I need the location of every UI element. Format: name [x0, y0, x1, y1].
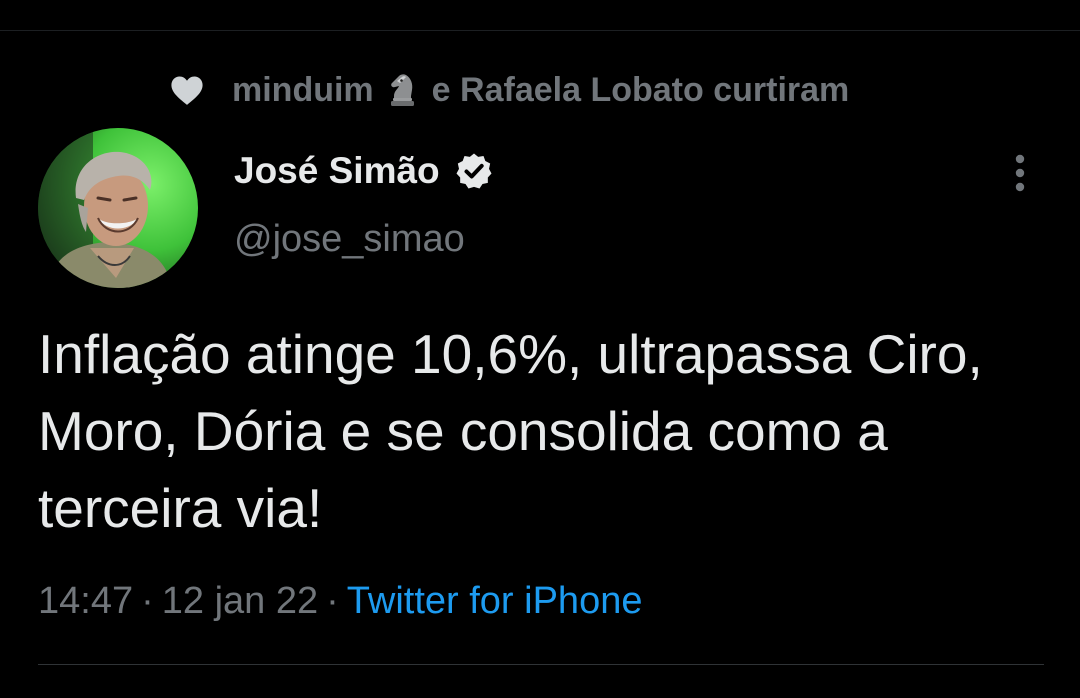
- meta-separator: ·: [141, 580, 154, 622]
- social-verb: curtiram: [713, 70, 850, 109]
- tweet-time[interactable]: 14:47: [38, 580, 133, 622]
- author-name-row[interactable]: José Simão: [234, 150, 494, 192]
- more-vertical-icon: [1015, 154, 1025, 192]
- tweet-date[interactable]: 12 jan 22: [162, 580, 318, 622]
- verified-badge-icon: [454, 151, 494, 191]
- social-context: minduim e Rafaela Lobato curtiram: [170, 68, 849, 112]
- liker-name-1[interactable]: minduim: [232, 71, 374, 110]
- top-divider: [0, 30, 1080, 31]
- tweet-text: Inflação atinge 10,6%, ultrapassa Ciro, …: [38, 323, 983, 539]
- liker-name-2[interactable]: Rafaela Lobato: [460, 71, 704, 110]
- social-connector: e: [431, 70, 451, 109]
- tweet-source-link[interactable]: Twitter for iPhone: [347, 580, 643, 622]
- author-name[interactable]: José Simão: [234, 150, 440, 192]
- chess-knight-icon: [386, 72, 418, 108]
- avatar[interactable]: [38, 128, 198, 288]
- more-options-button[interactable]: [1000, 150, 1040, 196]
- tweet-meta: 14:47 · 12 jan 22 · Twitter for iPhone: [38, 580, 642, 623]
- bottom-divider: [38, 664, 1044, 665]
- heart-icon: [170, 74, 204, 106]
- author-handle[interactable]: @jose_simao: [234, 218, 465, 261]
- meta-separator: ·: [326, 580, 339, 622]
